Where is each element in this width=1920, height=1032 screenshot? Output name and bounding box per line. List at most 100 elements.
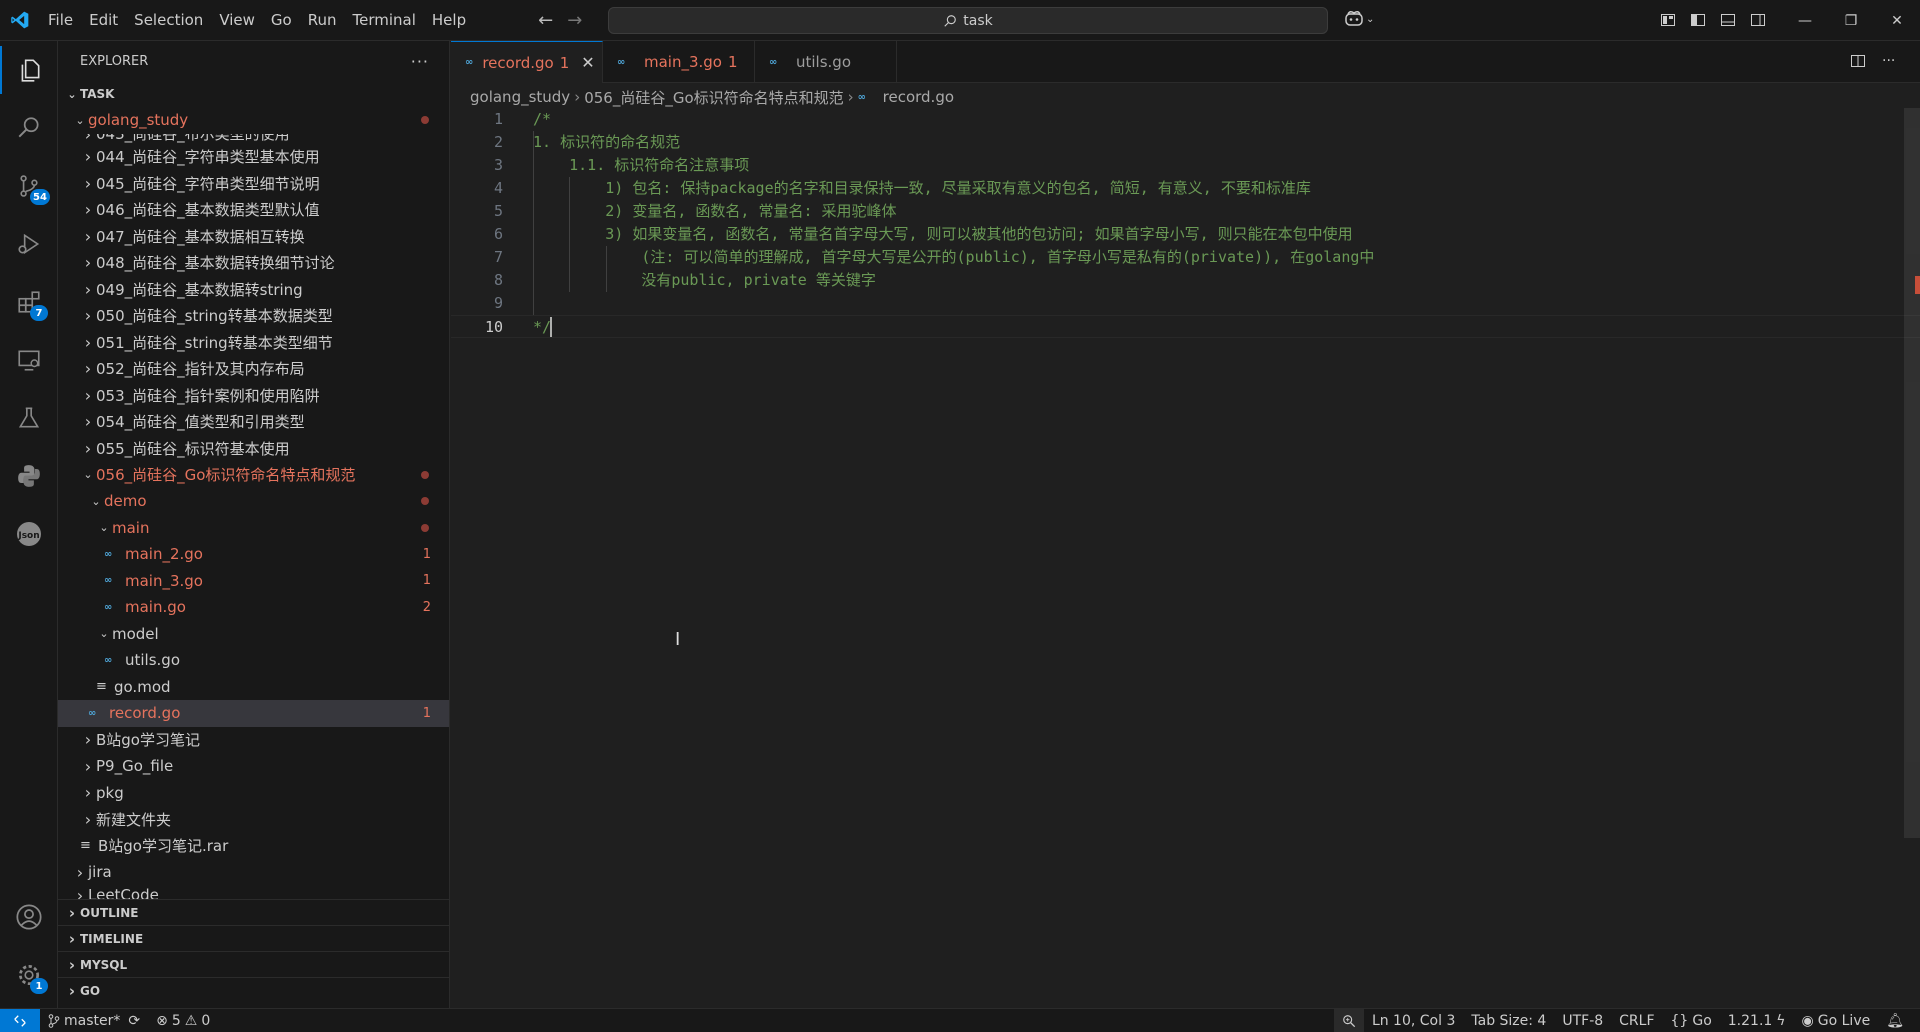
extensions-activity[interactable]: 7: [0, 278, 58, 326]
menu-file[interactable]: File: [40, 0, 81, 41]
go-live-button[interactable]: ◉ Go Live: [1794, 1013, 1879, 1029]
breadcrumb-item[interactable]: golang_study: [470, 88, 570, 106]
cursor-position[interactable]: Ln 10, Col 3: [1364, 1013, 1463, 1029]
source-control-activity[interactable]: 54: [0, 162, 58, 210]
tree-item[interactable]: ∞ record.go 1: [58, 700, 449, 727]
manage-activity[interactable]: 1: [0, 951, 58, 999]
tree-item[interactable]: ∞ main.go 2: [58, 594, 449, 621]
menu-run[interactable]: Run: [300, 0, 345, 41]
minimize-icon[interactable]: —: [1782, 0, 1828, 41]
branch-indicator[interactable]: master* ⟳: [40, 1013, 148, 1029]
editor-more-icon[interactable]: ···: [1882, 53, 1895, 69]
section-timeline[interactable]: › TIMELINE: [58, 925, 449, 951]
restore-icon[interactable]: ❐: [1828, 0, 1874, 41]
copilot-button[interactable]: ⌄: [1344, 10, 1374, 28]
menu-edit[interactable]: Edit: [81, 0, 126, 41]
tree-item[interactable]: ≡ B站go学习笔记.rar: [58, 833, 449, 860]
tab-main_3-go[interactable]: ∞ main_3.go 1: [603, 41, 755, 83]
editor-scrollbar[interactable]: [1904, 108, 1920, 838]
code-line[interactable]: 1 /*: [451, 108, 1920, 131]
toggle-primary-sidebar-icon[interactable]: [1690, 12, 1706, 28]
tree-item[interactable]: ⌄ demo: [58, 488, 449, 515]
breadcrumb-item[interactable]: 056_尚硅谷_Go标识符命名特点和规范: [584, 87, 843, 108]
code-line[interactable]: 10 */: [451, 315, 1920, 338]
split-editor-icon[interactable]: [1850, 53, 1866, 69]
code-line[interactable]: 3 1.1. 标识符命名注意事项: [451, 154, 1920, 177]
json-activity[interactable]: Json: [0, 510, 58, 558]
notifications-button[interactable]: 🔔︎: [1878, 1013, 1912, 1029]
tree-item[interactable]: › 053_尚硅谷_指针案例和使用陷阱: [58, 382, 449, 409]
tab-size[interactable]: Tab Size: 4: [1463, 1013, 1554, 1029]
toggle-secondary-sidebar-icon[interactable]: [1750, 12, 1766, 28]
tree-item[interactable]: › 045_尚硅谷_字符串类型细节说明: [58, 170, 449, 197]
toggle-panel-icon[interactable]: [1720, 12, 1736, 28]
back-arrow-icon[interactable]: ←: [538, 10, 553, 31]
tree-item[interactable]: ⌄ golang_study: [58, 107, 449, 134]
customize-layout-icon[interactable]: [1660, 12, 1676, 28]
tree-item[interactable]: › pkg: [58, 780, 449, 807]
close-window-icon[interactable]: ✕: [1874, 0, 1920, 41]
menu-view[interactable]: View: [211, 0, 263, 41]
tree-item[interactable]: › 044_尚硅谷_字符串类型基本使用: [58, 144, 449, 171]
code-line[interactable]: 2 1. 标识符的命名规范: [451, 131, 1920, 154]
python-activity[interactable]: [0, 452, 58, 500]
tree-item[interactable]: ∞ main_3.go 1: [58, 568, 449, 595]
tree-item[interactable]: ⌄ model: [58, 621, 449, 648]
tree-item[interactable]: › 052_尚硅谷_指针及其内存布局: [58, 356, 449, 383]
tree-item[interactable]: › 051_尚硅谷_string转基本类型细节: [58, 329, 449, 356]
close-tab-icon[interactable]: ✕: [581, 53, 594, 72]
menu-terminal[interactable]: Terminal: [345, 0, 424, 41]
tree-item[interactable]: ≡ go.mod: [58, 674, 449, 701]
tree-item[interactable]: › 046_尚硅谷_基本数据类型默认值: [58, 197, 449, 224]
problems-indicator[interactable]: ⊗ 5 ⚠ 0: [148, 1013, 218, 1029]
section-mysql[interactable]: › MYSQL: [58, 951, 449, 977]
end-of-line[interactable]: CRLF: [1611, 1013, 1662, 1029]
command-center[interactable]: task: [608, 7, 1328, 34]
tree-item[interactable]: › 055_尚硅谷_标识符基本使用: [58, 435, 449, 462]
run-debug-activity[interactable]: [0, 220, 58, 268]
tree-item[interactable]: ∞ utils.go: [58, 647, 449, 674]
code-line[interactable]: 9: [451, 292, 1920, 315]
code-line[interactable]: 8 没有public, private 等关键字: [451, 269, 1920, 292]
workspace-section[interactable]: ⌄ TASK: [58, 81, 449, 107]
tree-item[interactable]: › jira: [58, 859, 449, 886]
code-line[interactable]: 5 2) 变量名, 函数名, 常量名: 采用驼峰体: [451, 200, 1920, 223]
menu-go[interactable]: Go: [263, 0, 300, 41]
tree-item[interactable]: › 新建文件夹: [58, 806, 449, 833]
tree-item[interactable]: › P9_Go_file: [58, 753, 449, 780]
tree-item[interactable]: › 050_尚硅谷_string转基本数据类型: [58, 303, 449, 330]
tree-item[interactable]: › 047_尚硅谷_基本数据相互转换: [58, 223, 449, 250]
tab-utils-go[interactable]: ∞ utils.go: [755, 41, 897, 83]
tree-item[interactable]: › 054_尚硅谷_值类型和引用类型: [58, 409, 449, 436]
menu-selection[interactable]: Selection: [126, 0, 211, 41]
tree-item[interactable]: ∞ main_2.go 1: [58, 541, 449, 568]
tree-item[interactable]: ⌄ 056_尚硅谷_Go标识符命名特点和规范: [58, 462, 449, 489]
section-go[interactable]: › GO: [58, 977, 449, 1003]
remote-indicator[interactable]: [0, 1008, 40, 1032]
sync-icon[interactable]: ⟳: [128, 1013, 140, 1029]
menu-help[interactable]: Help: [424, 0, 474, 41]
breadcrumb-item[interactable]: record.go: [883, 88, 954, 106]
tree-item[interactable]: › 048_尚硅谷_基本数据转换细节讨论: [58, 250, 449, 277]
tree-item[interactable]: › 049_尚硅谷_基本数据转string: [58, 276, 449, 303]
encoding[interactable]: UTF-8: [1554, 1013, 1611, 1029]
code-line[interactable]: 7 (注: 可以简单的理解成, 首字母大写是公开的(public), 首字母小写…: [451, 246, 1920, 269]
language-mode[interactable]: {} Go: [1663, 1013, 1720, 1029]
search-activity[interactable]: [0, 104, 58, 152]
go-version[interactable]: 1.21.1 ϟ: [1720, 1013, 1794, 1029]
explorer-activity[interactable]: [0, 46, 58, 94]
remote-explorer-activity[interactable]: [0, 336, 58, 384]
more-actions-icon[interactable]: ···: [411, 52, 429, 71]
tab-record-go[interactable]: ∞ record.go 1 ✕: [451, 41, 603, 83]
accounts-activity[interactable]: [0, 893, 58, 941]
tree-item[interactable]: ⌄ main: [58, 515, 449, 542]
section-outline[interactable]: › OUTLINE: [58, 899, 449, 925]
forward-arrow-icon[interactable]: →: [567, 10, 582, 31]
testing-activity[interactable]: [0, 394, 58, 442]
code-line[interactable]: 4 1) 包名: 保持package的名字和目录保持一致, 尽量采取有意义的包名…: [451, 177, 1920, 200]
code-line[interactable]: 6 3) 如果变量名, 函数名, 常量名首字母大写, 则可以被其他的包访问; 如…: [451, 223, 1920, 246]
tree-item[interactable]: › LeetCode: [58, 886, 449, 900]
zoom-indicator[interactable]: [1333, 1009, 1364, 1032]
tree-item[interactable]: › 043_尚硅谷_布尔类型的使用: [58, 134, 449, 144]
tree-item[interactable]: › B站go学习笔记: [58, 727, 449, 754]
